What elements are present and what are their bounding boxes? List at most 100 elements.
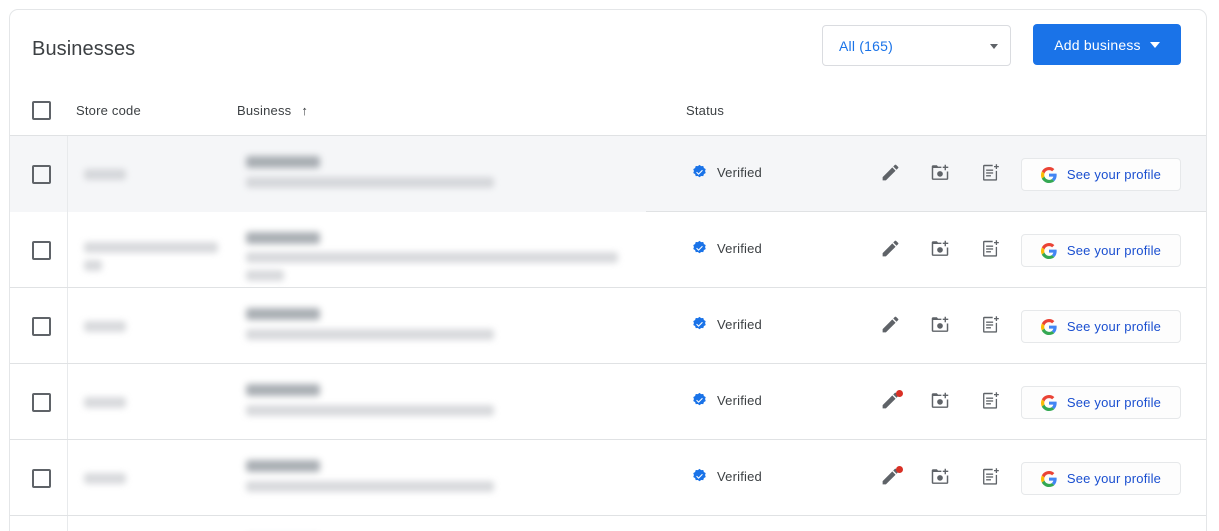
google-g-icon [1040,166,1057,183]
add-photo-icon [929,390,951,415]
verified-badge-icon [691,316,708,333]
add-business-label: Add business [1054,36,1141,53]
add-post-icon [980,466,1001,490]
row-select-checkbox[interactable] [32,317,51,336]
status-badge: Verified [691,468,762,485]
google-g-icon [1040,242,1057,259]
store-code-redacted-line [84,242,218,253]
table-row[interactable]: Verified S [10,288,1206,364]
row-select-checkbox[interactable] [32,241,51,260]
table-row[interactable]: Verified S [10,364,1206,440]
column-divider [67,440,68,516]
business-address-redacted-line [246,329,494,340]
verified-badge-icon [691,468,708,485]
edit-business-button[interactable] [866,302,914,350]
see-your-profile-button[interactable]: See your profile [1021,158,1181,191]
row-actions [866,136,1014,212]
store-code-redacted-line [84,169,126,180]
column-header-business[interactable]: Business ↑ [237,102,308,119]
table-row[interactable]: Verified S [10,440,1206,516]
add-photo-button[interactable] [916,378,964,426]
business-address-redacted-line [246,270,284,281]
add-post-icon [980,314,1001,338]
status-label: Verified [717,469,762,484]
add-photo-button[interactable] [916,226,964,274]
row-select-checkbox[interactable] [32,393,51,412]
google-g-icon [1040,470,1057,487]
see-your-profile-button[interactable]: See your profile [1021,310,1181,343]
add-photo-icon [929,466,951,491]
notification-dot [896,466,903,473]
chevron-down-icon [1149,41,1160,48]
edit-business-button[interactable] [866,454,914,502]
column-divider [67,136,68,212]
edit-pencil-icon [880,162,901,186]
select-all-checkbox[interactable] [32,101,51,120]
column-header-store-code[interactable]: Store code [76,102,141,119]
status-label: Verified [717,393,762,408]
add-post-icon [980,238,1001,262]
filter-dropdown[interactable]: All (165) [822,25,1011,66]
column-divider [67,212,68,288]
card-header: Businesses All (165) Add business [10,10,1206,86]
add-photo-button[interactable] [916,454,964,502]
see-your-profile-label: See your profile [1066,243,1162,258]
column-header-status: Status [686,103,725,118]
status-badge: Verified [691,392,762,409]
business-name-redacted [246,384,320,396]
edit-business-button[interactable] [866,378,914,426]
see-your-profile-label: See your profile [1066,471,1162,486]
status-label: Verified [717,165,762,180]
see-your-profile-label: See your profile [1066,395,1162,410]
store-code-redacted-line [84,473,126,484]
google-g-icon [1040,318,1057,335]
business-name-redacted [246,156,320,168]
businesses-card: Businesses All (165) Add business Store … [9,9,1207,531]
column-divider [67,516,68,531]
see-your-profile-label: See your profile [1066,319,1162,334]
business-name-redacted [246,308,320,320]
see-your-profile-button[interactable]: See your profile [1021,386,1181,419]
table-row[interactable]: Verified S [10,212,1206,288]
table-header: Store code Business ↑ Status [10,86,1206,136]
businesses-page: Businesses All (165) Add business Store … [0,0,1219,531]
status-badge: Verified [691,164,762,181]
business-address-redacted-line [246,252,618,263]
add-photo-icon [929,162,951,187]
row-select-checkbox[interactable] [32,469,51,488]
add-post-icon [980,162,1001,186]
edit-business-button[interactable] [866,150,914,198]
column-divider [67,364,68,440]
row-actions [866,364,1014,440]
see-your-profile-button[interactable]: See your profile [1021,462,1181,495]
edit-business-button[interactable] [866,226,914,274]
row-actions [866,288,1014,364]
add-post-button[interactable] [966,226,1014,274]
table-row[interactable]: Verified S [10,516,1206,531]
add-photo-icon [929,238,951,263]
add-post-button[interactable] [966,454,1014,502]
add-post-button[interactable] [966,302,1014,350]
row-actions [866,440,1014,516]
filter-dropdown-label: All (165) [839,38,893,54]
add-business-button[interactable]: Add business [1033,24,1181,65]
table-body: Verified See your profile Verified See y… [10,136,1206,531]
sort-ascending-icon: ↑ [301,103,309,118]
add-photo-button[interactable] [916,150,964,198]
add-post-button[interactable] [966,378,1014,426]
column-divider [67,288,68,364]
google-g-icon [1040,394,1057,411]
row-select-checkbox[interactable] [32,165,51,184]
row-actions [866,212,1014,288]
verified-badge-icon [691,240,708,257]
business-name-redacted [246,232,320,244]
business-address-redacted-line [246,481,494,492]
edit-pencil-icon [880,314,901,338]
table-row[interactable]: Verified S [10,136,1206,212]
add-photo-button[interactable] [916,302,964,350]
store-code-redacted-line [84,260,102,271]
see-your-profile-label: See your profile [1066,167,1162,182]
add-post-button[interactable] [966,150,1014,198]
row-actions [866,516,1014,531]
see-your-profile-button[interactable]: See your profile [1021,234,1181,267]
